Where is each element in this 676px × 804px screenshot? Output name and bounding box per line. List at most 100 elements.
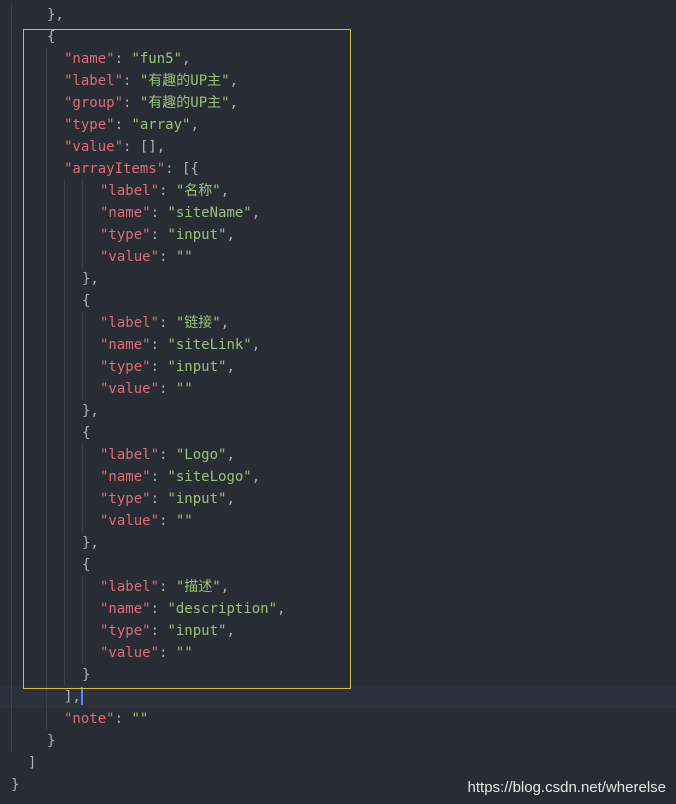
code-line[interactable]: },	[0, 400, 676, 422]
code-line[interactable]: "type": "input",	[0, 224, 676, 246]
indent-guide	[64, 444, 65, 466]
json-string: "fun5"	[131, 51, 183, 67]
code-line[interactable]: },	[0, 268, 676, 290]
code-line[interactable]: {	[0, 290, 676, 312]
indent-guide	[46, 334, 47, 356]
indent-guide	[46, 708, 47, 730]
json-punctuation: ,	[226, 447, 235, 463]
code-line[interactable]: "type": "input",	[0, 356, 676, 378]
indent-guide	[46, 642, 47, 664]
json-string: "input"	[167, 491, 227, 507]
code-text: "value": [],	[64, 136, 165, 158]
indent-guide	[82, 444, 83, 466]
indent-guide	[82, 202, 83, 224]
indent-guide	[46, 466, 47, 488]
code-line[interactable]: "value": ""	[0, 246, 676, 268]
indent-guide	[46, 202, 47, 224]
indent-guide	[64, 466, 65, 488]
code-line[interactable]: },	[0, 532, 676, 554]
code-text: {	[47, 26, 55, 48]
json-string: ""	[175, 513, 193, 529]
json-punctuation: :	[123, 73, 140, 89]
indent-guide	[11, 598, 12, 620]
indent-guide	[11, 114, 12, 136]
code-line[interactable]: "type": "input",	[0, 488, 676, 510]
code-line[interactable]: "value": ""	[0, 378, 676, 400]
indent-guide	[11, 136, 12, 158]
indent-guide	[82, 180, 83, 202]
json-punctuation: :	[159, 381, 176, 397]
code-line[interactable]: "group": "有趣的UP主",	[0, 92, 676, 114]
indent-guide	[64, 290, 65, 312]
indent-guide	[11, 532, 12, 554]
json-key: "name"	[100, 205, 151, 221]
code-line[interactable]: {	[0, 422, 676, 444]
code-line[interactable]: "arrayItems": [{	[0, 158, 676, 180]
code-line[interactable]: "note": ""	[0, 708, 676, 730]
code-text: },	[82, 400, 99, 422]
json-punctuation: :	[114, 117, 132, 133]
code-line[interactable]: "name": "siteName",	[0, 202, 676, 224]
indent-guide	[11, 92, 12, 114]
code-line[interactable]: {	[0, 26, 676, 48]
indent-guide	[82, 510, 83, 532]
code-line[interactable]: "label": "有趣的UP主",	[0, 70, 676, 92]
json-string: "有趣的UP主"	[139, 73, 230, 89]
indent-guide	[11, 422, 12, 444]
code-line[interactable]: "label": "名称",	[0, 180, 676, 202]
code-line[interactable]: },	[0, 4, 676, 26]
indent-guide	[46, 576, 47, 598]
indent-guide	[11, 4, 12, 26]
json-punctuation: ,	[226, 623, 235, 639]
code-line[interactable]: {	[0, 554, 676, 576]
code-line[interactable]: "value": ""	[0, 510, 676, 532]
indent-guide	[11, 290, 12, 312]
code-text: "name": "fun5",	[64, 48, 190, 70]
indent-guide	[46, 686, 47, 708]
indent-guide	[64, 180, 65, 202]
indent-guide	[11, 444, 12, 466]
json-key: "name"	[100, 337, 151, 353]
code-line[interactable]: "name": "fun5",	[0, 48, 676, 70]
indent-guide	[64, 510, 65, 532]
indent-guide	[46, 268, 47, 290]
code-line[interactable]: "type": "array",	[0, 114, 676, 136]
json-punctuation: :	[159, 645, 176, 661]
json-punctuation: }	[82, 667, 91, 683]
indent-guide	[11, 642, 12, 664]
indent-guide	[46, 290, 47, 312]
indent-guide	[64, 554, 65, 576]
code-line[interactable]: "name": "siteLink",	[0, 334, 676, 356]
code-line[interactable]: "type": "input",	[0, 620, 676, 642]
code-line[interactable]: "value": ""	[0, 642, 676, 664]
json-key: "label"	[100, 579, 160, 595]
code-line[interactable]: "name": "description",	[0, 598, 676, 620]
json-string: "input"	[167, 227, 227, 243]
indent-guide	[11, 620, 12, 642]
indent-guide	[11, 730, 12, 752]
indent-guide	[11, 268, 12, 290]
code-line[interactable]: }	[0, 730, 676, 752]
code-line[interactable]: "label": "描述",	[0, 576, 676, 598]
indent-guide	[82, 312, 83, 334]
code-line[interactable]: "label": "Logo",	[0, 444, 676, 466]
indent-guide	[11, 202, 12, 224]
code-editor[interactable]: },{"name": "fun5", "label": "有趣的UP主", "gro…	[0, 0, 676, 804]
indent-guide	[46, 598, 47, 620]
code-line[interactable]: ],	[0, 686, 676, 708]
code-text: "note": ""	[64, 708, 148, 730]
indent-guide	[64, 202, 65, 224]
code-text: "type": "input",	[100, 488, 235, 510]
code-line[interactable]: }	[0, 664, 676, 686]
indent-guide	[82, 642, 83, 664]
code-text: "label": "链接",	[100, 312, 229, 334]
code-line[interactable]: ]	[0, 752, 676, 774]
code-line[interactable]: "name": "siteLogo",	[0, 466, 676, 488]
json-punctuation: ,	[226, 491, 235, 507]
json-key: "label"	[100, 447, 160, 463]
code-text: },	[47, 4, 64, 26]
json-punctuation: ],	[64, 689, 81, 705]
code-line[interactable]: "value": [],	[0, 136, 676, 158]
code-text: "name": "siteLogo",	[100, 466, 260, 488]
code-line[interactable]: "label": "链接",	[0, 312, 676, 334]
